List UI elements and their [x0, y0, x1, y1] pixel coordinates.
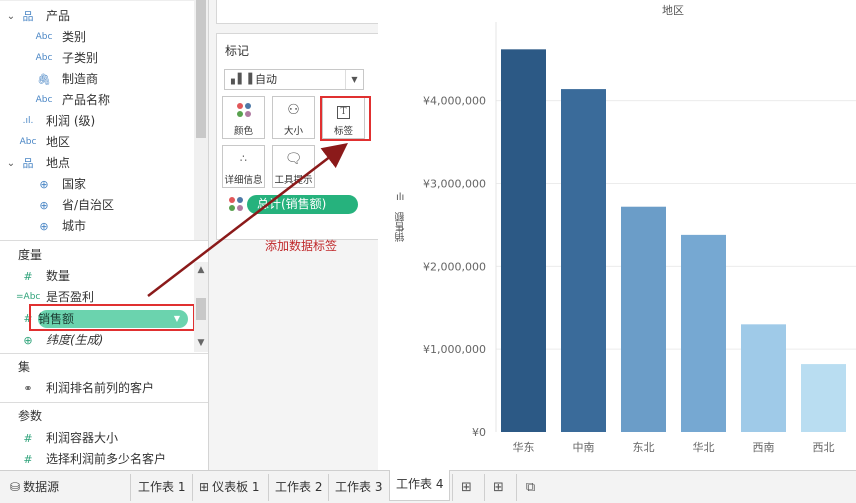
- tab-label: 工作表 1: [138, 480, 186, 494]
- tableau-workspace: ⌄ 品 产品 Abc 类别 Abc 子类别 🖇 制造商 Abc 产品名称 .ıl…: [0, 0, 856, 503]
- tab-label: 数据源: [23, 480, 60, 494]
- annotation-arrow: [147, 142, 348, 297]
- tab-label: 仪表板 1: [212, 480, 260, 494]
- new-story-icon[interactable]: ⧉: [516, 474, 544, 501]
- tab-worksheet-4[interactable]: 工作表 4: [389, 470, 450, 501]
- tab-label: 工作表 3: [335, 480, 383, 494]
- sheet-tab-bar: ⛁ 数据源 工作表 1 ⊞ 仪表板 1 工作表 2 工作表 3 工作表 4 ⊞ ⊞ …: [0, 470, 856, 503]
- database-icon: ⛁: [10, 480, 21, 494]
- tab-label: 工作表 2: [275, 480, 323, 494]
- tab-worksheet-2[interactable]: 工作表 2: [268, 474, 328, 501]
- new-dashboard-icon[interactable]: ⊞: [484, 474, 512, 501]
- tab-worksheet-1[interactable]: 工作表 1: [130, 474, 192, 501]
- tab-label: 工作表 4: [396, 477, 444, 491]
- dashboard-icon: ⊞: [199, 480, 210, 494]
- tab-worksheet-3[interactable]: 工作表 3: [328, 474, 388, 501]
- new-worksheet-icon[interactable]: ⊞: [452, 474, 480, 501]
- tab-dashboard-1[interactable]: ⊞ 仪表板 1: [192, 474, 268, 501]
- datasource-tab[interactable]: ⛁ 数据源: [4, 474, 65, 501]
